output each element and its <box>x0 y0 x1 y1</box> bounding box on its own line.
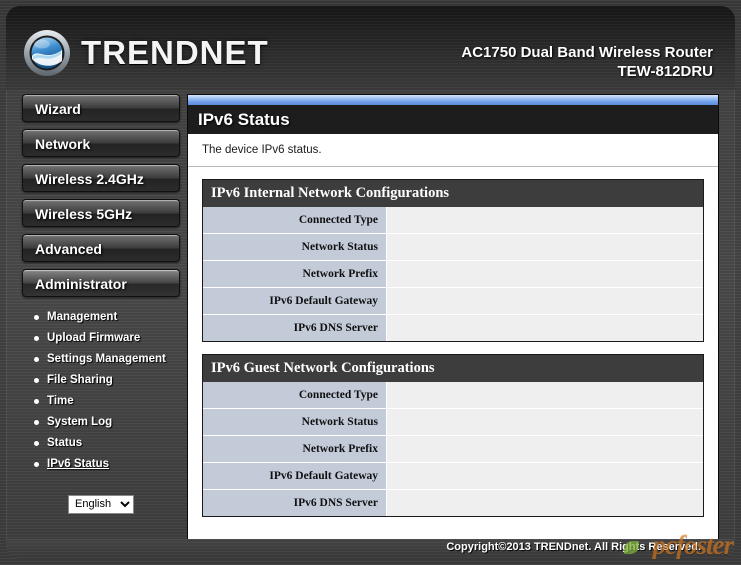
status-row-label: Network Prefix <box>203 435 387 463</box>
content-panel: IPv6 Status The device IPv6 status. IPv6… <box>187 94 719 539</box>
product-line-label: AC1750 Dual Band Wireless Router <box>461 44 713 61</box>
page-header: TRENDNET AC1750 Dual Band Wireless Route… <box>6 6 735 90</box>
page-description: The device IPv6 status. <box>202 144 322 156</box>
nav-button-wireless-5ghz[interactable]: Wireless 5GHz <box>22 199 180 227</box>
page-footer: Copyright©2013 TRENDnet. All Rights Rese… <box>6 530 735 559</box>
product-identity: AC1750 Dual Band Wireless Router TEW-812… <box>461 43 713 81</box>
language-select[interactable]: English <box>68 494 134 514</box>
status-row-value <box>386 233 703 261</box>
status-row-label: IPv6 Default Gateway <box>203 462 387 490</box>
submenu-item-file-sharing[interactable]: File Sharing <box>28 373 180 388</box>
status-row-label: Connected Type <box>203 382 387 409</box>
table-row: Network Status <box>203 233 703 261</box>
submenu-item-status[interactable]: Status <box>28 436 180 451</box>
bullet-icon <box>34 357 39 362</box>
submenu-item-label: Management <box>47 311 118 323</box>
status-row-label: Network Status <box>203 408 387 436</box>
status-card: IPv6 Guest Network Configurations Connect… <box>202 354 704 517</box>
bullet-icon <box>34 336 39 341</box>
status-row-value <box>386 462 703 490</box>
bullet-icon <box>34 399 39 404</box>
status-table: Connected Type Network Status Network Pref… <box>203 382 703 516</box>
status-card-title: IPv6 Internal Network Configurations <box>211 185 450 201</box>
submenu-item-label: IPv6 Status <box>47 458 109 470</box>
table-row: Network Prefix <box>203 435 703 463</box>
submenu-item-upload-firmware[interactable]: Upload Firmware <box>28 331 180 346</box>
submenu-item-system-log[interactable]: System Log <box>28 415 180 430</box>
language-selector-wrap: English <box>22 494 180 514</box>
submenu-item-label: Settings Management <box>47 353 166 365</box>
status-row-label: IPv6 DNS Server <box>203 489 387 516</box>
submenu-item-ipv6-status[interactable]: IPv6 Status <box>28 457 180 472</box>
page-title-bar: IPv6 Status <box>188 105 718 134</box>
submenu-item-settings-management[interactable]: Settings Management <box>28 352 180 367</box>
router-admin-chassis: TRENDNET AC1750 Dual Band Wireless Route… <box>6 6 735 559</box>
bullet-icon <box>34 441 39 446</box>
submenu-item-label: Status <box>47 437 83 449</box>
table-row: IPv6 Default Gateway <box>203 287 703 315</box>
administrator-submenu: Management Upload Firmware Settings Manage… <box>22 304 180 486</box>
model-number-label: TEW-812DRU <box>617 63 713 80</box>
submenu-item-label: Upload Firmware <box>47 332 141 344</box>
table-row: IPv6 DNS Server <box>203 314 703 341</box>
status-card: IPv6 Internal Network Configurations Conn… <box>202 179 704 342</box>
table-row: Network Status <box>203 408 703 436</box>
nav-button-wizard[interactable]: Wizard <box>22 94 180 122</box>
status-row-value <box>386 382 703 409</box>
bullet-icon <box>34 462 39 467</box>
submenu-item-label: Time <box>47 395 74 407</box>
status-card-header: IPv6 Internal Network Configurations <box>203 180 703 207</box>
status-row-value <box>386 287 703 315</box>
status-sections: IPv6 Internal Network Configurations Conn… <box>188 179 718 517</box>
status-row-value <box>386 260 703 288</box>
table-row: Connected Type <box>203 382 703 409</box>
nav-button-group: Wizard Network Wireless 2.4GHz Wireless 5GH… <box>22 94 182 297</box>
brand-logo: TRENDNET <box>22 28 269 78</box>
status-row-label: IPv6 DNS Server <box>203 314 387 341</box>
table-row: Connected Type <box>203 207 703 234</box>
app-root: TRENDNET AC1750 Dual Band Wireless Route… <box>0 0 741 565</box>
status-row-label: Network Prefix <box>203 260 387 288</box>
bullet-icon <box>34 315 39 320</box>
main-navigation-sidebar: Wizard Network Wireless 2.4GHz Wireless 5GH… <box>22 94 182 514</box>
panel-body: The device IPv6 status. IPv6 Internal Ne… <box>188 134 718 539</box>
table-row: IPv6 Default Gateway <box>203 462 703 490</box>
table-row: IPv6 DNS Server <box>203 489 703 516</box>
status-row-value <box>386 489 703 516</box>
divider <box>188 166 718 167</box>
submenu-item-label: File Sharing <box>47 374 113 386</box>
brand-name: TRENDNET <box>81 34 269 71</box>
panel-accent-bar <box>188 95 718 105</box>
trendnet-globe-icon <box>22 28 72 78</box>
status-card-title: IPv6 Guest Network Configurations <box>211 360 435 376</box>
status-table: Connected Type Network Status Network Pref… <box>203 207 703 341</box>
status-row-value <box>386 408 703 436</box>
bullet-icon <box>34 378 39 383</box>
status-row-label: Network Status <box>203 233 387 261</box>
table-row: Network Prefix <box>203 260 703 288</box>
nav-button-network[interactable]: Network <box>22 129 180 157</box>
submenu-item-label: System Log <box>47 416 113 428</box>
page-title: IPv6 Status <box>198 109 290 129</box>
status-row-label: IPv6 Default Gateway <box>203 287 387 315</box>
status-row-value <box>386 314 703 341</box>
status-row-label: Connected Type <box>203 207 387 234</box>
bullet-icon <box>34 420 39 425</box>
status-row-value <box>386 435 703 463</box>
nav-button-advanced[interactable]: Advanced <box>22 234 180 262</box>
submenu-item-management[interactable]: Management <box>28 310 180 325</box>
nav-button-wireless-2-4ghz[interactable]: Wireless 2.4GHz <box>22 164 180 192</box>
submenu-item-time[interactable]: Time <box>28 394 180 409</box>
status-row-value <box>386 207 703 234</box>
status-card-header: IPv6 Guest Network Configurations <box>203 355 703 382</box>
copyright-text: Copyright©2013 TRENDnet. All Rights Rese… <box>446 541 701 553</box>
nav-button-administrator[interactable]: Administrator <box>22 269 180 297</box>
